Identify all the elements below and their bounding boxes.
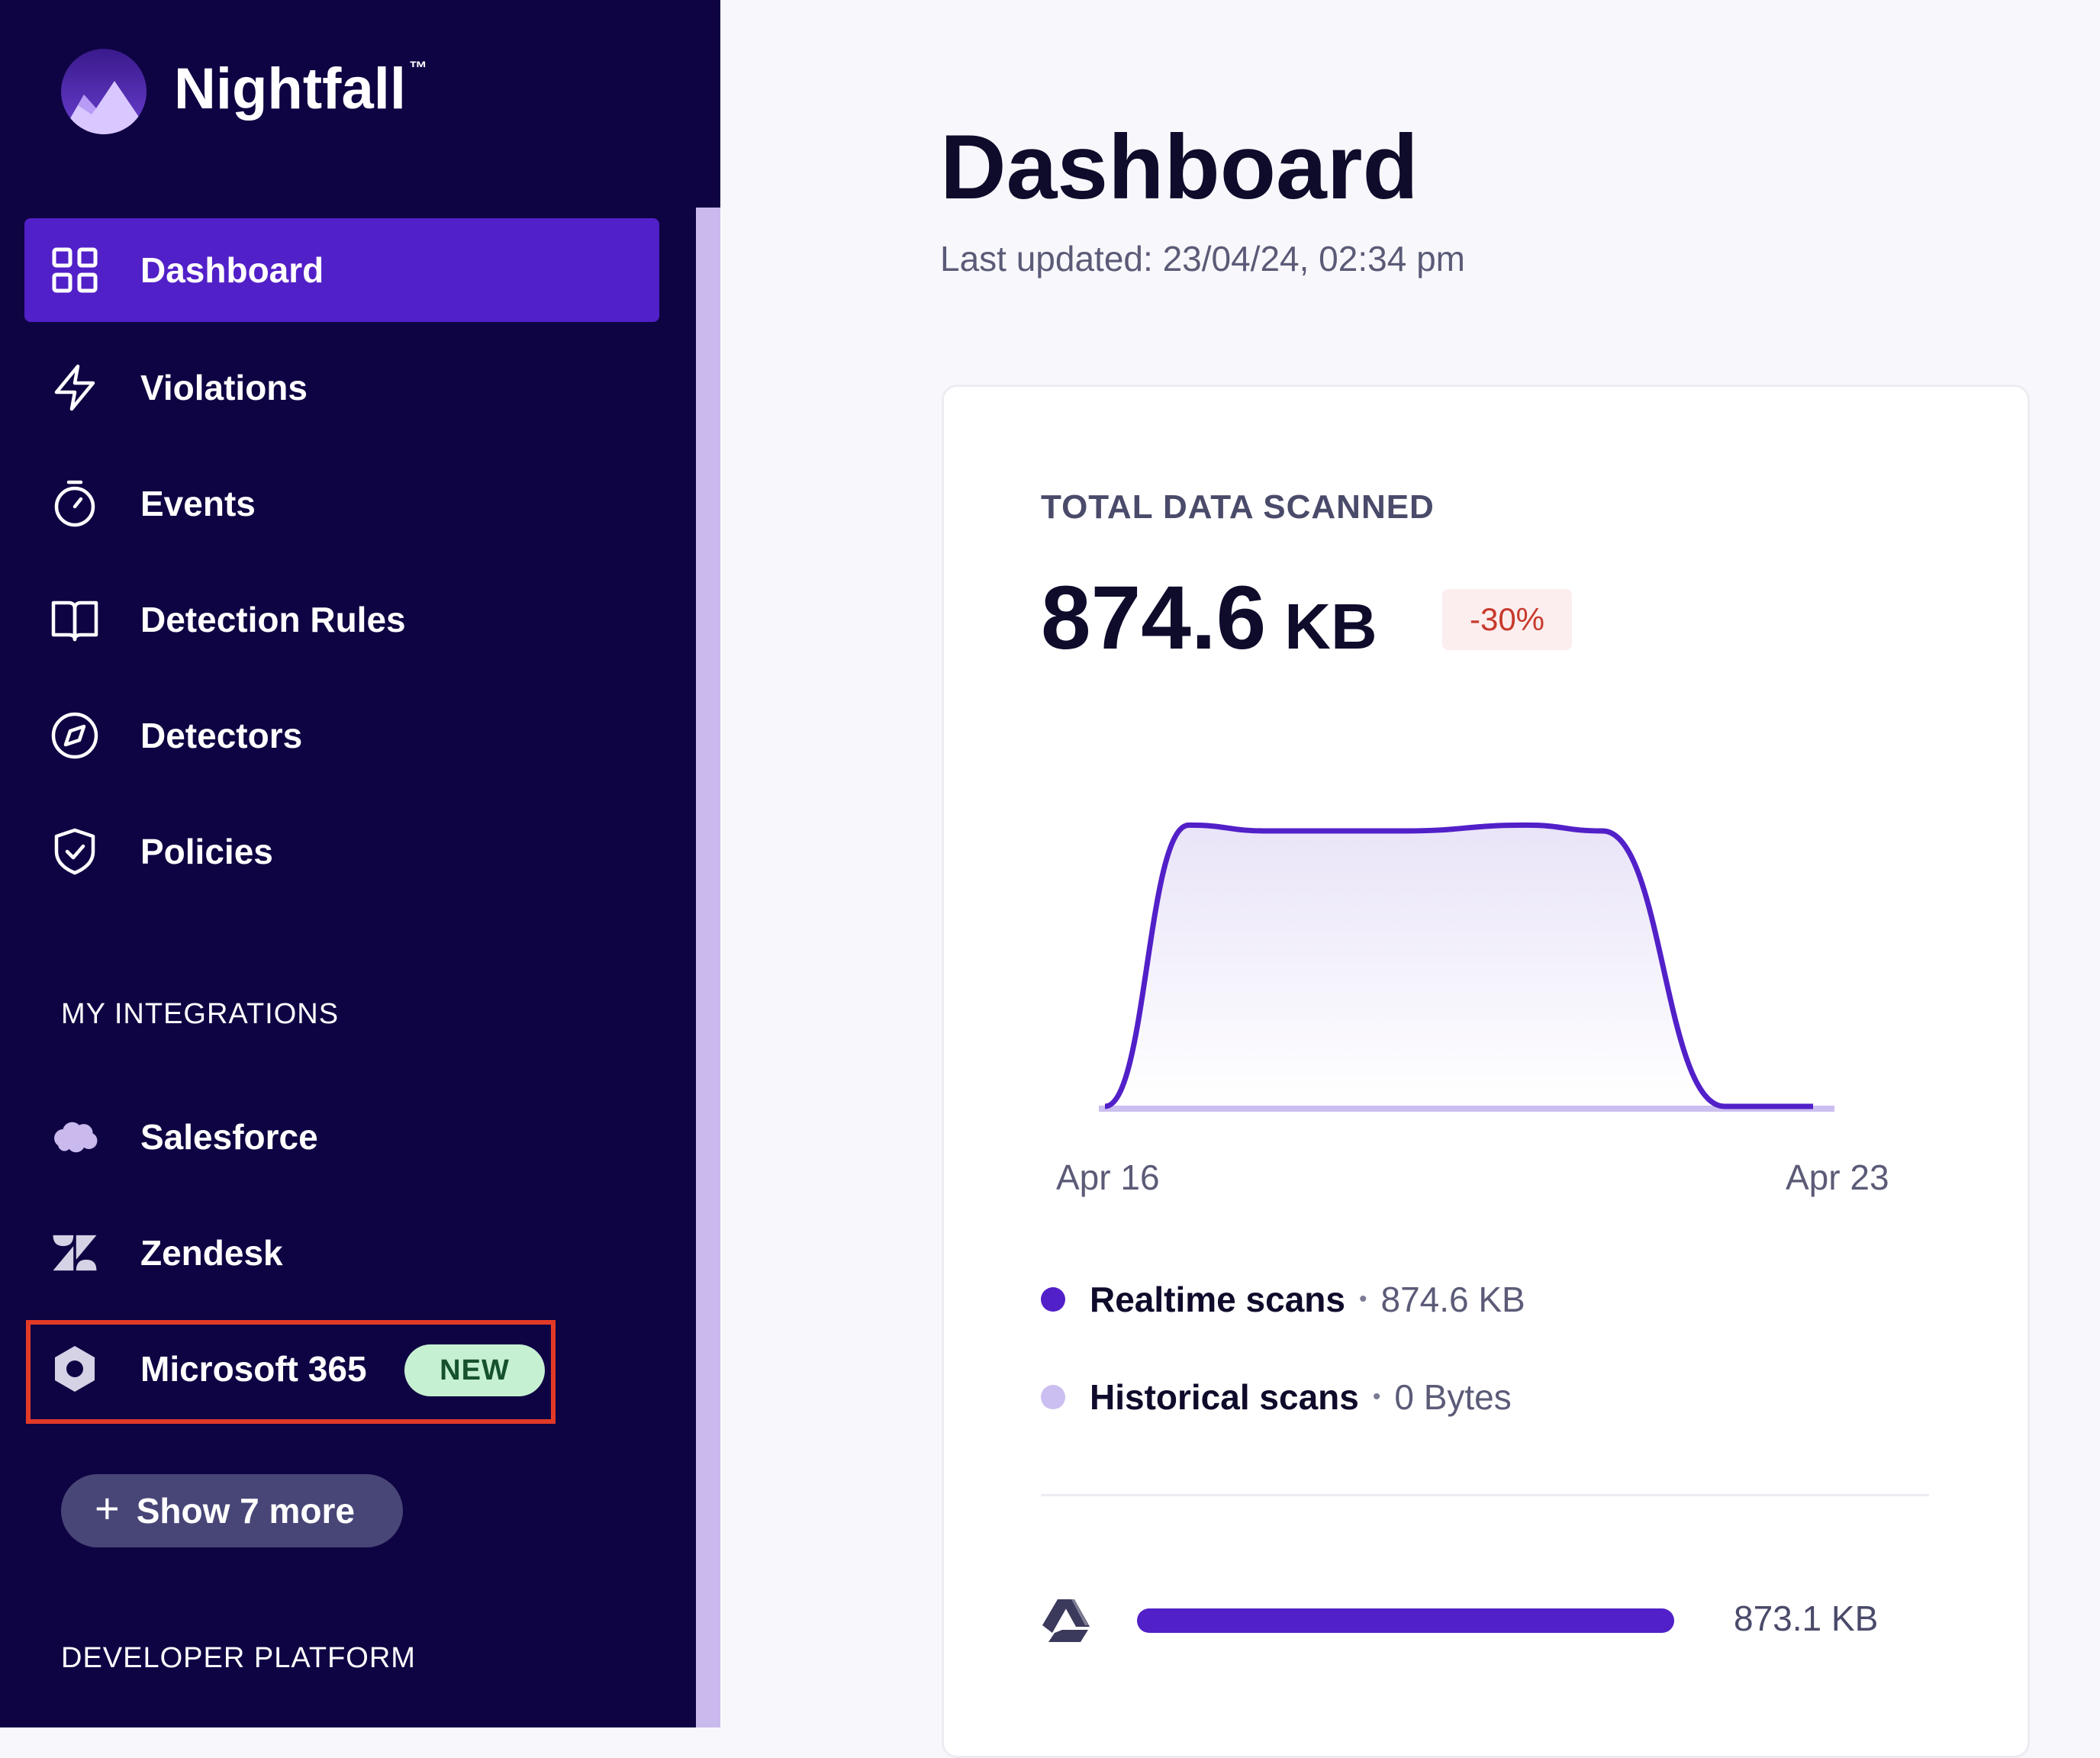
- historical-dot: [1041, 1385, 1065, 1409]
- grid-icon: [50, 246, 99, 295]
- legend-name: Historical scans: [1090, 1377, 1359, 1417]
- integrations-heading: MY INTEGRATIONS: [61, 998, 340, 1030]
- legend-value: 0 Bytes: [1394, 1377, 1512, 1417]
- page-title: Dashboard: [940, 116, 1419, 218]
- nav-item-detection-rules[interactable]: Detection Rules: [24, 568, 659, 671]
- legend-separator: •: [1358, 1286, 1367, 1312]
- book-icon: [50, 595, 99, 644]
- highlight-box: [26, 1320, 556, 1424]
- realtime-dot: [1041, 1287, 1065, 1312]
- nav-item-salesforce[interactable]: Salesforce: [24, 1085, 659, 1189]
- nav-label: Events: [140, 484, 256, 523]
- app-logo[interactable]: Nightfall ™: [61, 49, 427, 134]
- x-tick-start: Apr 16: [1056, 1158, 1160, 1197]
- legend-name: Realtime scans: [1090, 1280, 1345, 1319]
- scanned-area-chart[interactable]: [1099, 778, 1850, 1137]
- legend-value: 874.6 KB: [1380, 1280, 1525, 1319]
- app-name: Nightfall: [174, 56, 406, 121]
- nav-label: Salesforce: [140, 1117, 318, 1157]
- nav-item-detectors[interactable]: Detectors: [24, 684, 659, 787]
- nav-label: Policies: [140, 832, 273, 871]
- stopwatch-icon: [50, 479, 99, 528]
- shield-check-icon: [50, 827, 99, 876]
- nav-label: Dashboard: [140, 250, 324, 290]
- x-tick-end: Apr 23: [1786, 1158, 1889, 1197]
- legend-separator: •: [1372, 1384, 1381, 1409]
- show-more-button[interactable]: + Show 7 more: [61, 1474, 403, 1547]
- nav-label: Violations: [140, 368, 308, 407]
- zendesk-icon: [50, 1228, 99, 1277]
- salesforce-cloud-icon: [50, 1112, 99, 1161]
- legend-historical: Historical scans • 0 Bytes: [1041, 1370, 1512, 1424]
- nav-item-policies[interactable]: Policies: [24, 800, 659, 903]
- sidebar-scrollbar[interactable]: [696, 208, 720, 1727]
- source-value: 873.1 KB: [1734, 1599, 1879, 1638]
- lightning-icon: [50, 363, 99, 412]
- nav-item-dashboard[interactable]: Dashboard: [24, 218, 659, 322]
- compass-icon: [50, 711, 99, 760]
- show-more-label: Show 7 more: [136, 1491, 355, 1531]
- nightfall-logo-icon: [61, 49, 147, 134]
- nav-item-violations[interactable]: Violations: [24, 336, 659, 440]
- realtime-area: [1105, 825, 1813, 1106]
- total-value-unit: KB: [1284, 591, 1377, 662]
- divider: [1041, 1494, 1929, 1496]
- source-progress-fill: [1137, 1608, 1674, 1633]
- nav-item-events[interactable]: Events: [24, 452, 659, 555]
- card-heading: TOTAL DATA SCANNED: [1041, 488, 1435, 526]
- sidebar: Nightfall ™ Dashboard Violations Events: [0, 0, 720, 1727]
- legend-realtime: Realtime scans • 874.6 KB: [1041, 1273, 1525, 1326]
- developer-platform-heading: DEVELOPER PLATFORM: [61, 1642, 416, 1674]
- total-value: 874.6 KB: [1041, 566, 1377, 670]
- plus-icon: +: [95, 1484, 120, 1532]
- nav-item-zendesk[interactable]: Zendesk: [24, 1201, 659, 1305]
- change-badge: -30%: [1442, 589, 1572, 650]
- last-updated: Last updated: 23/04/24, 02:34 pm: [940, 239, 1465, 279]
- google-drive-icon: [1042, 1599, 1090, 1642]
- source-progress-bar: [1137, 1608, 1674, 1633]
- nav-label: Detection Rules: [140, 600, 406, 639]
- trademark: ™: [408, 58, 427, 79]
- nav-label: Detectors: [140, 716, 303, 755]
- nav-label: Zendesk: [140, 1233, 283, 1273]
- total-value-number: 874.6: [1041, 568, 1267, 668]
